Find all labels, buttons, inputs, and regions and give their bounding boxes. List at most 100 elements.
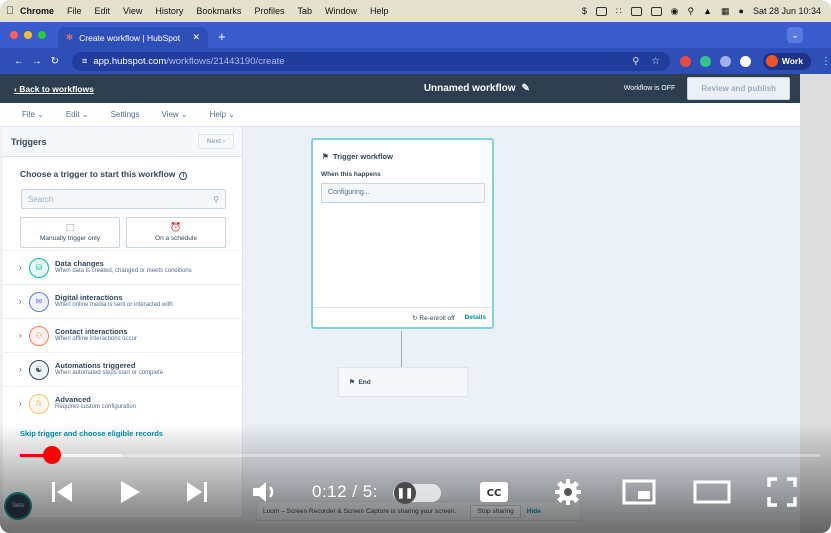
wifi-icon[interactable]: ▲ bbox=[703, 6, 712, 16]
puzzle-icon[interactable] bbox=[739, 55, 751, 67]
profile-button[interactable]: Work bbox=[762, 52, 811, 70]
back-arrow-icon[interactable]: ← bbox=[10, 56, 28, 67]
schedule-trigger-card[interactable]: ⏰ On a schedule bbox=[126, 217, 226, 248]
menu-chrome[interactable]: Chrome bbox=[20, 6, 54, 16]
minimize-window-icon[interactable] bbox=[24, 31, 32, 39]
scrubber-handle[interactable] bbox=[43, 446, 61, 464]
flag-icon: ⚑ bbox=[322, 152, 329, 161]
browser-toolbar: ← → ↻ ≡ app.hubspot.com /workflows/21443… bbox=[0, 48, 831, 74]
miniplayer-icon[interactable] bbox=[618, 470, 660, 514]
search-icon: ⚲ bbox=[213, 194, 219, 204]
status-icons: $ ∷ ◉ ⚲ ▲ ▦ ● Sat 28 Jun 10:34 bbox=[582, 6, 831, 17]
screen:  Chrome File Edit View History Bookmark… bbox=[0, 0, 831, 533]
menu-history[interactable]: History bbox=[155, 6, 183, 16]
bookmark-star-icon[interactable]: ☆ bbox=[651, 56, 660, 67]
search-icon[interactable]: ⚲ bbox=[687, 6, 694, 17]
menu-help-label: Help bbox=[209, 110, 227, 119]
menu-profiles[interactable]: Profiles bbox=[254, 6, 284, 16]
pen-extension-icon[interactable] bbox=[719, 55, 731, 67]
trigger-category-automations-triggered[interactable]: › ☯ Automations triggered When automated … bbox=[3, 352, 242, 386]
function-icon: fx bbox=[29, 393, 49, 414]
volume-icon[interactable] bbox=[246, 470, 286, 514]
trigger-configuring-field[interactable]: Configuring... bbox=[321, 183, 485, 203]
menu-help-dropdown[interactable]: Help ⌄ bbox=[210, 110, 235, 119]
trigger-category-advanced[interactable]: › fx Advanced Requires custom configurati… bbox=[3, 386, 242, 420]
tab-search-icon[interactable]: ⌄ bbox=[787, 27, 803, 43]
back-to-workflows-link[interactable]: ‹ Back to workflows bbox=[0, 84, 290, 94]
tab-close-icon[interactable]: ✕ bbox=[192, 32, 200, 43]
menu-file-dropdown[interactable]: File ⌄ bbox=[22, 110, 44, 119]
loom-extension-icon[interactable] bbox=[699, 55, 711, 67]
extension-icon[interactable] bbox=[679, 55, 691, 67]
menu-edit[interactable]: Edit bbox=[95, 6, 111, 16]
omnibox-actions: ⚲ ☆ bbox=[632, 56, 660, 67]
category-title: Data changes bbox=[55, 258, 104, 268]
category-text: Automations triggered When automated step… bbox=[55, 361, 164, 378]
menu-view[interactable]: View bbox=[123, 6, 142, 16]
autoplay-toggle[interactable]: ❚❚ bbox=[393, 482, 441, 504]
captions-icon[interactable]: CC bbox=[472, 470, 516, 514]
menu-file-label: File bbox=[22, 110, 35, 119]
clock[interactable]: Sat 28 Jun 10:34 bbox=[753, 6, 821, 16]
next-icon[interactable] bbox=[177, 470, 217, 514]
manual-trigger-card[interactable]: ⬚ Manually trigger only bbox=[20, 217, 120, 248]
chrome-menu-icon[interactable]: ⋮ bbox=[821, 56, 831, 67]
maximize-window-icon[interactable] bbox=[38, 31, 46, 39]
menu-help[interactable]: Help bbox=[370, 6, 389, 16]
menu-file[interactable]: File bbox=[67, 6, 82, 16]
address-bar[interactable]: ≡ app.hubspot.com /workflows/21443190/cr… bbox=[71, 51, 670, 71]
review-and-publish-button[interactable]: Review and publish bbox=[687, 77, 790, 100]
display-icon[interactable] bbox=[630, 6, 642, 16]
trigger-category-digital-interactions[interactable]: › ✉ Digital interactions When online medi… bbox=[3, 284, 242, 318]
siri-icon[interactable]: ● bbox=[739, 6, 744, 16]
grid-icon[interactable]: ∷ bbox=[616, 6, 622, 17]
trigger-category-data-changes[interactable]: › ⛁ Data changes When data is created, ch… bbox=[3, 250, 242, 284]
workflow-title[interactable]: Unnamed workflow ✎ bbox=[290, 83, 624, 94]
zoom-icon[interactable]: ⚲ bbox=[632, 56, 639, 67]
theater-mode-icon[interactable] bbox=[690, 470, 734, 514]
progress-bar[interactable] bbox=[20, 454, 820, 457]
pencil-icon[interactable]: ✎ bbox=[522, 83, 530, 94]
reenroll-toggle[interactable]: ↻ Re-enroll off bbox=[412, 314, 455, 322]
workflow-canvas[interactable]: ⚑ Trigger workflow When this happens Con… bbox=[244, 127, 800, 517]
menu-window[interactable]: Window bbox=[325, 6, 357, 16]
fullscreen-icon[interactable] bbox=[762, 470, 802, 514]
connector-line bbox=[401, 331, 402, 371]
play-icon[interactable] bbox=[110, 470, 150, 514]
choose-trigger-heading: Choose a trigger to start this workflow i bbox=[3, 157, 242, 180]
dollar-icon[interactable]: $ bbox=[582, 6, 587, 16]
site-settings-icon[interactable]: ≡ bbox=[82, 56, 88, 67]
reload-icon[interactable]: ↻ bbox=[46, 56, 64, 67]
category-desc: When automated steps start or complete bbox=[55, 370, 164, 377]
battery-icon[interactable] bbox=[650, 6, 662, 16]
menu-bookmarks[interactable]: Bookmarks bbox=[196, 6, 241, 16]
info-icon[interactable]: i bbox=[179, 172, 188, 180]
settings-gear-icon[interactable] bbox=[548, 470, 588, 514]
time-display: 0:12 / 5: bbox=[312, 482, 378, 501]
menu-settings[interactable]: Settings bbox=[111, 110, 140, 119]
screen-icon[interactable] bbox=[595, 6, 607, 16]
chevron-right-icon: › bbox=[19, 331, 22, 340]
menu-tab[interactable]: Tab bbox=[297, 6, 312, 16]
browser-tab[interactable]: ✻ Create workflow | HubSpot ✕ bbox=[58, 27, 208, 48]
new-tab-icon[interactable]: + bbox=[208, 29, 226, 48]
chevron-right-icon: › bbox=[19, 297, 22, 306]
category-text: Advanced Requires custom configuration bbox=[55, 395, 136, 412]
control-center-icon[interactable]: ▦ bbox=[721, 6, 730, 17]
previous-icon[interactable] bbox=[42, 470, 82, 514]
next-button[interactable]: Next › bbox=[197, 134, 234, 149]
category-title: Digital interactions bbox=[55, 292, 123, 302]
menu-view-dropdown[interactable]: View ⌄ bbox=[161, 110, 187, 119]
apple-icon[interactable]:  bbox=[0, 5, 20, 17]
trigger-card[interactable]: ⚑ Trigger workflow When this happens Con… bbox=[311, 138, 494, 329]
details-link[interactable]: Details bbox=[465, 314, 486, 321]
forward-arrow-icon[interactable]: → bbox=[28, 56, 46, 67]
play-circle-icon[interactable]: ◉ bbox=[671, 6, 679, 17]
chevron-right-icon: › bbox=[19, 263, 22, 272]
trigger-search-input[interactable]: Search ⚲ bbox=[21, 189, 226, 209]
skip-trigger-link[interactable]: Skip trigger and choose eligible records bbox=[20, 429, 163, 438]
menu-edit-dropdown[interactable]: Edit ⌄ bbox=[66, 110, 89, 119]
close-window-icon[interactable] bbox=[10, 31, 18, 39]
pause-icon: ❚❚ bbox=[394, 482, 416, 504]
trigger-category-contact-interactions[interactable]: › ⚇ Contact interactions When offline int… bbox=[3, 318, 242, 352]
